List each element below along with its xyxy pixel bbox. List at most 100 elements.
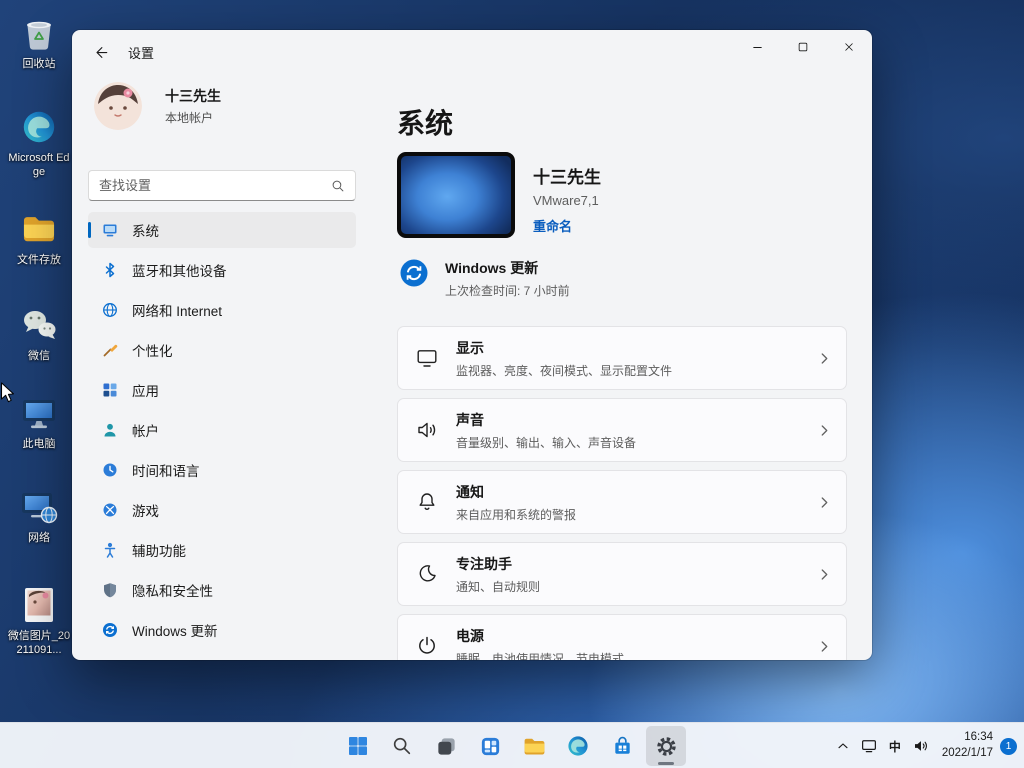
taskbar: 中 16:34 2022/1/17 1	[0, 722, 1024, 768]
back-button[interactable]	[84, 37, 118, 67]
card-title: 电源	[456, 627, 484, 644]
close-button[interactable]	[826, 30, 872, 64]
nav-label: 个性化	[132, 344, 173, 359]
card-focus-assist[interactable]: 专注助手 通知、自动规则	[397, 542, 847, 606]
nav-item-system[interactable]: 系统	[88, 212, 356, 248]
card-subtitle: 通知、自动规则	[456, 579, 541, 594]
device-header: 十三先生 VMware7,1 重命名	[397, 152, 601, 238]
brush-icon	[102, 342, 118, 358]
tray-time: 16:34	[964, 731, 993, 744]
nav-label: 网络和 Internet	[132, 304, 223, 319]
user-avatar	[94, 82, 142, 130]
file-explorer-button[interactable]	[514, 726, 554, 766]
nav-label: 系统	[132, 224, 159, 239]
tray-show-hidden-icons-button[interactable]	[830, 726, 856, 766]
widgets-button[interactable]	[470, 726, 510, 766]
rename-link[interactable]: 重命名	[533, 216, 601, 235]
tray-volume-button[interactable]	[908, 726, 934, 766]
edge-icon	[568, 736, 588, 756]
desktop-icon-wechat[interactable]: 微信	[5, 304, 73, 363]
desktop-icon-label: 微信图片_20211091...	[7, 630, 71, 657]
chevron-right-icon	[816, 350, 832, 366]
desktop-icon-edge[interactable]: Microsoft Edge	[5, 106, 73, 180]
card-notifications[interactable]: 通知 来自应用和系统的警报	[397, 470, 847, 534]
card-subtitle: 来自应用和系统的警报	[456, 507, 577, 522]
edge-icon	[18, 106, 60, 148]
desktop-icon-label: 网络	[28, 532, 50, 544]
task-view-icon	[437, 737, 455, 755]
start-button[interactable]	[338, 726, 378, 766]
nav-item-privacy-security[interactable]: 隐私和安全性	[88, 572, 356, 608]
store-button[interactable]	[602, 726, 642, 766]
desktop-icon-folder[interactable]: 文件存放	[5, 208, 73, 267]
desktop-icon-network[interactable]: 网络	[5, 486, 73, 545]
windows-logo-icon	[349, 737, 367, 755]
file-explorer-icon	[524, 738, 544, 755]
xbox-icon	[102, 502, 118, 518]
desktop-icon-this-pc[interactable]: 此电脑	[5, 392, 73, 451]
search-icon	[393, 737, 411, 755]
nav-item-windows-update[interactable]: Windows 更新	[88, 612, 356, 648]
nav-item-bluetooth-devices[interactable]: 蓝牙和其他设备	[88, 252, 356, 288]
volume-icon	[914, 741, 927, 751]
nav-item-apps[interactable]: 应用	[88, 372, 356, 408]
minimize-button[interactable]	[734, 30, 780, 64]
desktop-icon-label: 文件存放	[17, 254, 61, 266]
nav-item-gaming[interactable]: 游戏	[88, 492, 356, 528]
bell-icon	[416, 491, 438, 513]
chevron-right-icon	[816, 566, 832, 582]
card-sound[interactable]: 声音 音量级别、输出、输入、声音设备	[397, 398, 847, 462]
device-model: VMware7,1	[533, 193, 599, 208]
nav-item-accessibility[interactable]: 辅助功能	[88, 532, 356, 568]
nav-label: 帐户	[132, 424, 159, 439]
network-icon	[18, 486, 60, 528]
display-monitor-icon	[416, 347, 438, 369]
desktop-icon-recycle-bin[interactable]: 回收站	[5, 12, 73, 71]
network-tray-icon	[861, 740, 876, 753]
nav-item-network-internet[interactable]: 网络和 Internet	[88, 292, 356, 328]
maximize-button[interactable]	[780, 30, 826, 64]
bluetooth-icon	[102, 262, 118, 278]
tray-ime-indicator[interactable]: 中	[882, 726, 908, 766]
taskbar-search-button[interactable]	[382, 726, 422, 766]
nav-label: 应用	[132, 384, 159, 399]
titlebar: 设置	[72, 30, 872, 74]
nav-item-accounts[interactable]: 帐户	[88, 412, 356, 448]
wechat-icon	[18, 304, 60, 346]
notification-badge[interactable]: 1	[1000, 737, 1017, 755]
card-power[interactable]: 电源 睡眠、电池使用情况、节电模式	[397, 614, 847, 660]
widgets-icon	[481, 737, 499, 755]
nav-label: 时间和语言	[132, 464, 200, 479]
recycle-bin-icon	[18, 12, 60, 54]
apps-grid-icon	[102, 382, 118, 398]
settings-search-box[interactable]	[88, 170, 356, 201]
tray-network-button[interactable]	[856, 726, 882, 766]
folder-icon	[18, 208, 60, 250]
card-subtitle: 睡眠、电池使用情况、节电模式	[456, 651, 625, 661]
page-title: 系统	[397, 108, 454, 139]
task-view-button[interactable]	[426, 726, 466, 766]
windows-update-status[interactable]: Windows 更新 上次检查时间: 7 小时前	[399, 258, 570, 299]
settings-taskbar-button[interactable]	[646, 726, 686, 766]
chevron-up-icon	[838, 743, 848, 749]
settings-window: 设置 十三先生 本地帐户 系统	[72, 30, 872, 660]
desktop-icon-wechat-image[interactable]: 微信图片_20211091...	[5, 584, 73, 658]
nav-label: Windows 更新	[132, 624, 218, 639]
search-input[interactable]	[99, 178, 331, 193]
chevron-right-icon	[816, 494, 832, 510]
crescent-moon-icon	[416, 563, 438, 585]
image-file-icon	[18, 584, 60, 626]
power-icon	[416, 635, 438, 657]
edge-button[interactable]	[558, 726, 598, 766]
speaker-icon	[416, 419, 438, 441]
update-arrows-icon	[102, 622, 118, 638]
card-title: 声音	[456, 411, 484, 428]
windows-update-title: Windows 更新	[445, 260, 539, 276]
nav-item-time-language[interactable]: 时间和语言	[88, 452, 356, 488]
accessibility-person-icon	[102, 542, 118, 558]
desktop-icon-label: 微信	[28, 350, 50, 362]
nav-item-personalization[interactable]: 个性化	[88, 332, 356, 368]
card-title: 通知	[456, 483, 484, 500]
tray-clock[interactable]: 16:34 2022/1/17	[942, 730, 993, 761]
card-display[interactable]: 显示 监视器、亮度、夜间模式、显示配置文件	[397, 326, 847, 390]
